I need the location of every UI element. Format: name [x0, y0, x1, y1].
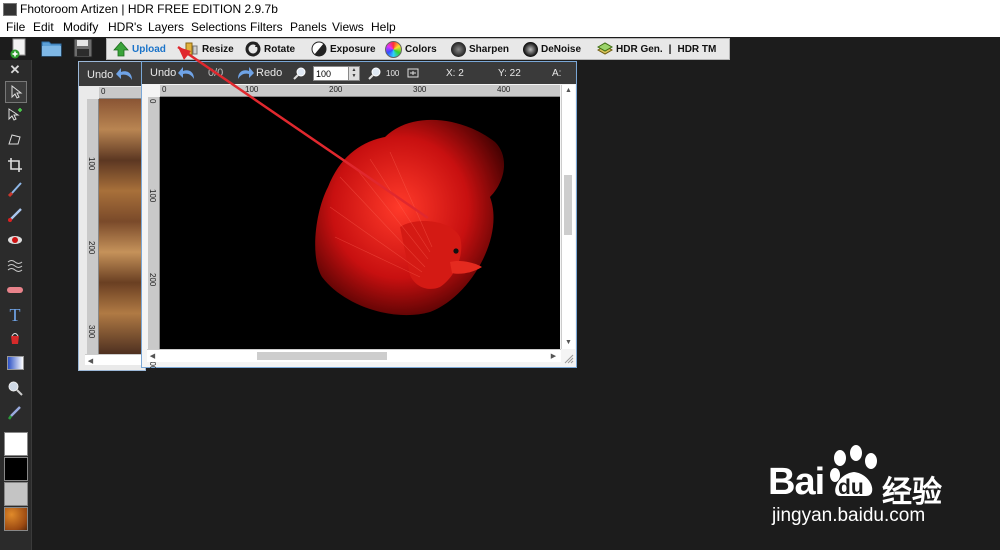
watermark-url: jingyan.baidu.com	[772, 505, 926, 526]
watermark-brand-tail: du	[838, 476, 864, 499]
watermark-brand: Bai	[768, 461, 825, 503]
